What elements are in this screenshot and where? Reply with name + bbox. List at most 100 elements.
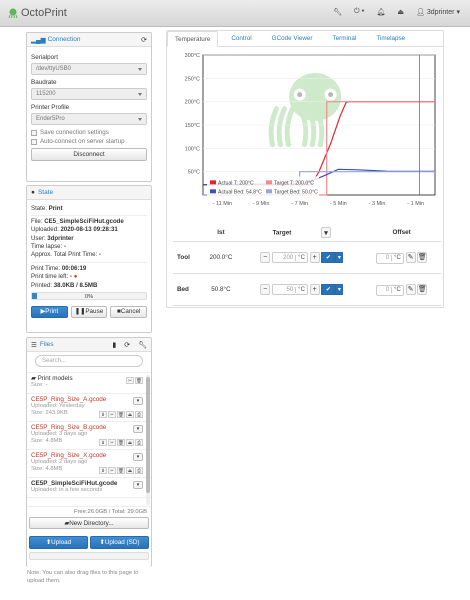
cut-icon[interactable]: ✂ [108, 466, 116, 474]
uploaded-value: 2020-08-13 09:28:31 [60, 226, 118, 234]
upload-button[interactable]: ⬆ Upload [29, 536, 88, 549]
tool-target-input[interactable]: 200 °C [271, 252, 308, 264]
load-icon[interactable]: ⏏ [126, 466, 134, 474]
bed-increase-button[interactable]: + [309, 283, 320, 295]
refresh-icon[interactable]: ⟳ [141, 36, 147, 44]
download-icon[interactable]: ⬇ [99, 438, 107, 446]
user-menu[interactable]: 👤︎ 3dprinter ▾ [416, 8, 460, 17]
tab-bar: Temperature Control GCode Viewer Termina… [167, 31, 443, 47]
printtime-value: 00:06:19 [61, 265, 87, 273]
plugin-icon[interactable]: ⏏ [397, 8, 404, 16]
file-list-scrollbar[interactable] [146, 375, 150, 505]
tab-control[interactable]: Control [224, 31, 258, 46]
download-icon[interactable]: ⬇ [99, 410, 107, 418]
wrench-icon[interactable]: 🔧︎ [333, 8, 342, 16]
tool-label: Tool [173, 241, 201, 274]
tab-temperature[interactable]: Temperature [167, 31, 219, 47]
bed-offset-edit-icon[interactable]: ✎ [405, 283, 416, 295]
bed-target-input[interactable]: 50 °C [271, 284, 308, 296]
print-progress-text: 0% [85, 293, 93, 300]
pause-icon: ❚❚ [74, 308, 86, 316]
brand[interactable]: OctoPrint [8, 7, 67, 19]
print-button[interactable]: ▶ Print [31, 305, 68, 318]
legend-label: Target T: 200.0°C [274, 180, 314, 186]
bed-offset-delete-icon[interactable]: 🗑︎ [417, 283, 428, 295]
target-dropdown[interactable]: ▾ [321, 227, 332, 238]
octoprint-logo-icon [8, 8, 18, 18]
tool-offset-input[interactable]: 0 °C [375, 252, 404, 264]
files-wrench-icon[interactable]: 🔧︎ [138, 341, 147, 349]
cut-icon[interactable]: ✂ [108, 410, 116, 418]
folder-name: Print models [37, 375, 73, 382]
user-name: 3dprinter [426, 8, 455, 16]
tool-set-button[interactable]: ✔ [321, 251, 336, 263]
file-item-selected[interactable]: CE5P_SimpleSciFiHut.gcode Uploaded: in a… [27, 478, 151, 498]
printed-label: Printed: [31, 281, 53, 289]
cancel-button[interactable]: ■ Cancel [110, 305, 148, 318]
tool-offset-delete-icon[interactable]: 🗑︎ [417, 251, 428, 263]
file-item[interactable]: CE5P_Ring_Size_X.gcode Uploaded: 2 days … [27, 450, 151, 478]
tool-offset-edit-icon[interactable]: ✎ [405, 251, 416, 263]
upload-label: Upload [51, 539, 72, 546]
baudrate-select[interactable]: 115200 [31, 88, 147, 100]
profile-select[interactable]: Ender5Pro [31, 113, 147, 125]
tool-set-dropdown[interactable]: ▾ [335, 251, 344, 263]
legend-swatch [266, 180, 272, 185]
brand-name: OctoPrint [21, 7, 67, 19]
chevron-down-icon[interactable]: ▾ [133, 452, 143, 461]
tool-actual: 200.0°C [200, 241, 242, 274]
tab-terminal[interactable]: Terminal [326, 31, 364, 46]
pause-button-label: Pause [85, 308, 104, 316]
files-header[interactable]: ☰ Files ▮ ⟳ 🔧︎ [27, 338, 151, 352]
uploaded-label: Uploaded: [31, 226, 59, 234]
folder-delete-icon[interactable]: 🗑︎ [135, 377, 143, 384]
disconnect-button[interactable]: Disconnect [31, 148, 147, 161]
delete-icon[interactable]: 🗑︎ [117, 410, 125, 418]
print-file-icon[interactable]: ⎙ [135, 410, 143, 418]
bed-decrease-button[interactable]: − [260, 283, 271, 295]
bed-set-button[interactable]: ✔ [321, 283, 336, 295]
upload-sd-button[interactable]: ⬆ Upload (SD) [90, 536, 149, 549]
bell-icon[interactable]: 🔔︎ [376, 8, 385, 16]
file-item[interactable]: CE5P_Ring_Size_B.gcode Uploaded: 3 days … [27, 422, 151, 450]
serialport-select[interactable]: /dev/ttyUSB0 [31, 63, 147, 75]
autoconnect-checkbox[interactable]: Auto-connect on server startup [31, 138, 147, 145]
new-directory-button[interactable]: ▰ New Directory... [29, 517, 149, 529]
new-file-icon[interactable]: ▮ [112, 341, 116, 349]
power-icon[interactable]: ⏻ ▾ [354, 8, 364, 16]
file-label: File: [31, 218, 43, 226]
tab-timelapse[interactable]: Timelapse [369, 31, 412, 46]
print-file-icon[interactable]: ⎙ [135, 438, 143, 446]
bed-set-dropdown[interactable]: ▾ [335, 283, 344, 295]
files-search-input[interactable]: Search... [35, 355, 143, 367]
tool-increase-button[interactable]: + [309, 251, 320, 263]
state-header[interactable]: ● State [27, 186, 151, 200]
chevron-down-icon[interactable]: ▾ [133, 396, 143, 405]
save-settings-checkbox[interactable]: Save connection settings [31, 129, 147, 136]
load-icon[interactable]: ⏏ [126, 410, 134, 418]
profile-label: Printer Profile [31, 104, 70, 111]
files-refresh-icon[interactable]: ⟳ [124, 341, 130, 349]
delete-icon[interactable]: 🗑︎ [117, 466, 125, 474]
bed-offset-input[interactable]: 0 °C [375, 284, 404, 296]
file-item[interactable]: CE5P_Ring_Size_A.gcode Uploaded: Yesterd… [27, 394, 151, 422]
upload-sd-label: Upload (SD) [104, 539, 140, 546]
chevron-down-icon[interactable]: ▾ [133, 480, 143, 489]
connection-header[interactable]: ▂▄▆ Connection ⟳ [27, 33, 151, 47]
pause-button[interactable]: ❚❚ Pause [70, 305, 108, 318]
load-icon[interactable]: ⏏ [126, 438, 134, 446]
cut-icon[interactable]: ✂ [126, 377, 134, 384]
col-target: Target [272, 229, 292, 237]
temperature-table: Ist Target ▾ Offset Tool 200.0°C − 200 °C… [173, 224, 441, 306]
print-file-icon[interactable]: ⎙ [135, 466, 143, 474]
file-name: CE5P_Ring_Size_X.gcode [31, 451, 107, 459]
tool-decrease-button[interactable]: − [260, 251, 271, 263]
chevron-down-icon[interactable]: ▾ [133, 424, 143, 433]
cut-icon[interactable]: ✂ [108, 438, 116, 446]
delete-icon[interactable]: 🗑︎ [117, 438, 125, 446]
tab-gcode-viewer[interactable]: GCode Viewer [265, 31, 320, 46]
folder-item[interactable]: ▰ Print models Size: - ✂ 🗑︎ [27, 373, 151, 394]
new-directory-label: New Directory... [69, 519, 114, 527]
download-icon[interactable]: ⬇ [99, 466, 107, 474]
x-tick-label: - 3 Min [369, 201, 386, 207]
